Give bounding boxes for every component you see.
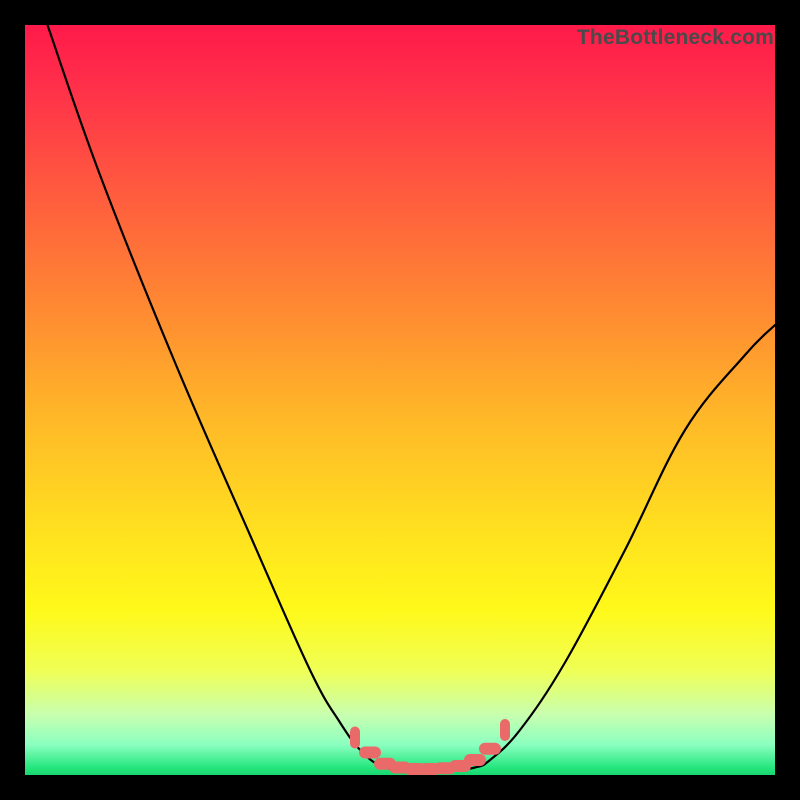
watermark-text: TheBottleneck.com xyxy=(577,26,774,50)
chart-frame: TheBottleneck.com xyxy=(0,0,800,800)
curve-group xyxy=(48,25,776,772)
bottleneck-curve xyxy=(48,25,776,772)
trough-marker xyxy=(464,754,486,766)
chart-plot-area xyxy=(25,25,775,775)
trough-marker xyxy=(350,727,360,749)
trough-marker xyxy=(479,743,501,755)
trough-marker xyxy=(500,719,510,741)
trough-marker xyxy=(359,747,381,759)
chart-svg xyxy=(25,25,775,775)
marker-group xyxy=(350,719,510,775)
